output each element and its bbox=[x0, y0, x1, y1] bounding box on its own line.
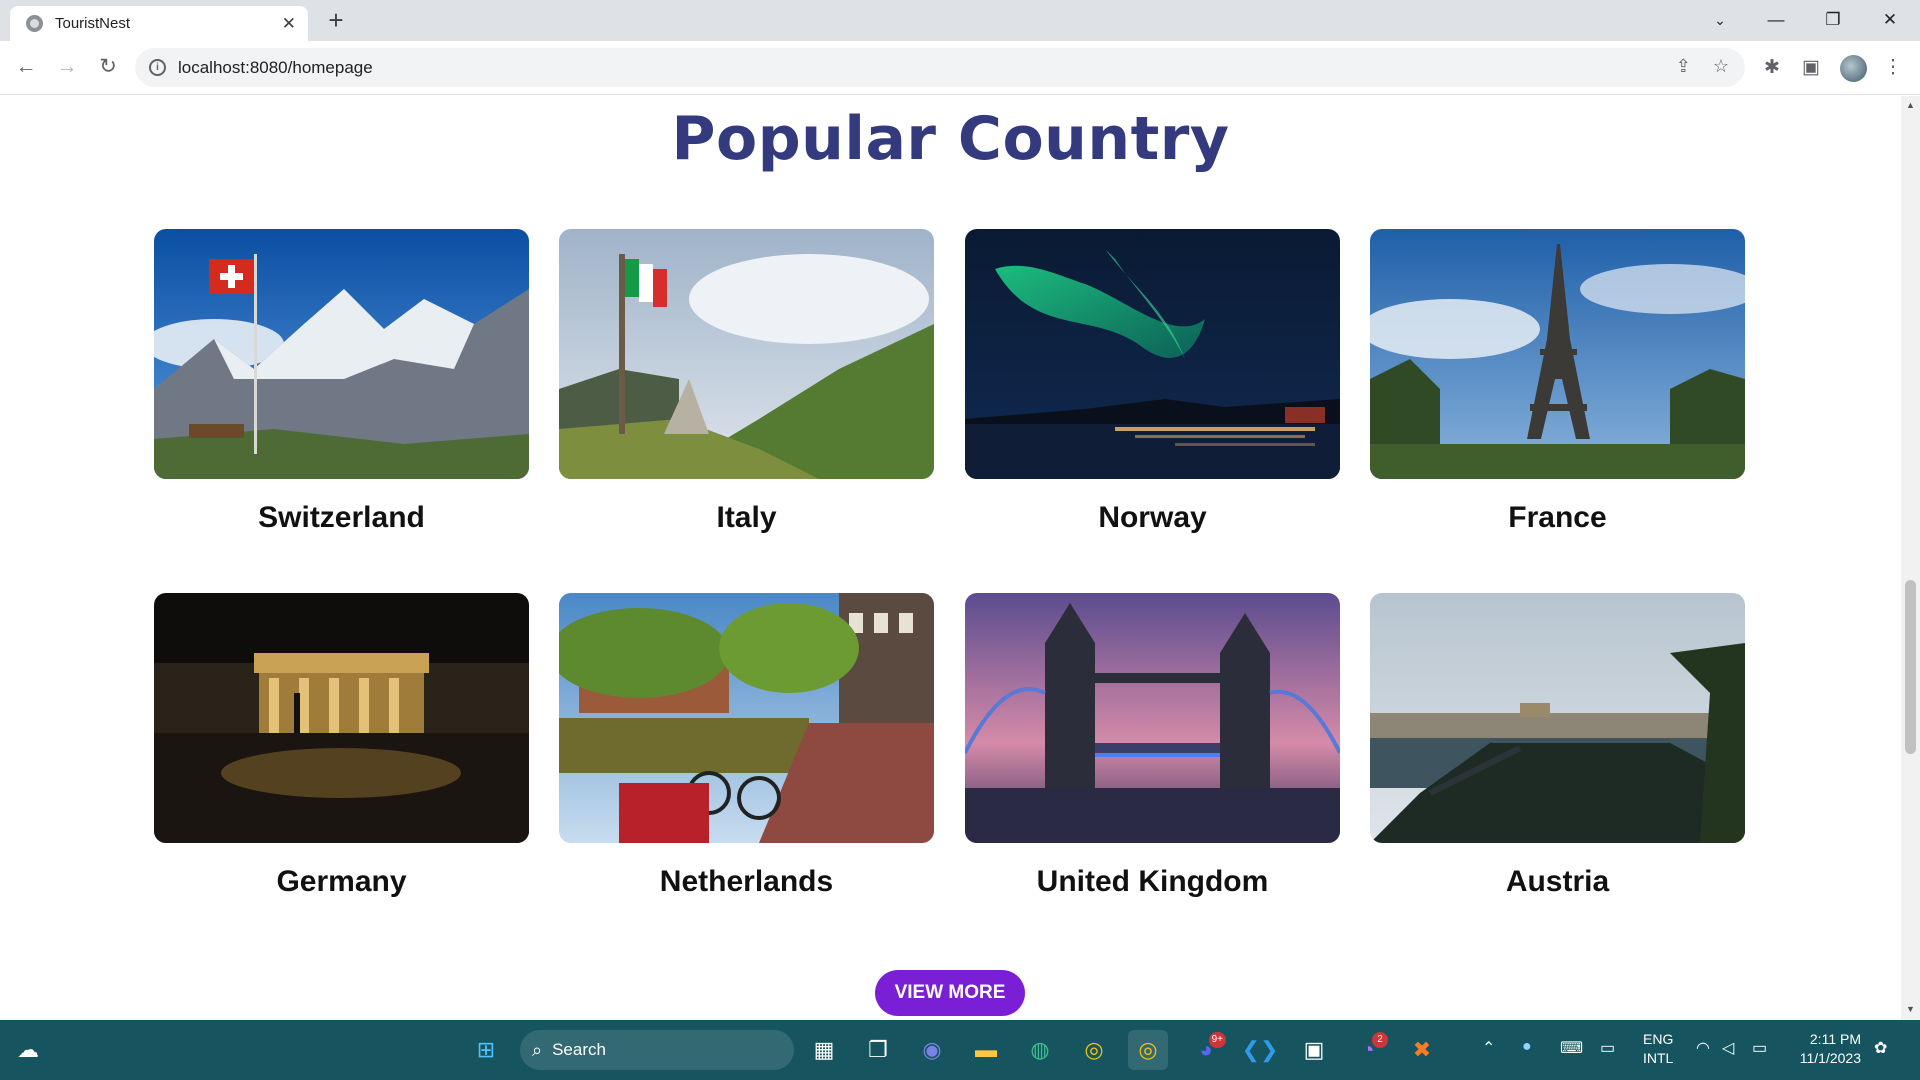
italy-photo[interactable] bbox=[559, 229, 934, 479]
task-view-icon[interactable]: ❐ bbox=[858, 1030, 898, 1070]
norway-photo[interactable] bbox=[965, 229, 1340, 479]
tablet-icon[interactable]: ▭ bbox=[1600, 1038, 1615, 1058]
start-icon[interactable]: ⊞ bbox=[466, 1030, 506, 1070]
chrome-active-icon[interactable]: ◎ bbox=[1128, 1030, 1168, 1070]
country-name: France bbox=[1508, 501, 1607, 534]
country-card-germany[interactable]: Germany bbox=[154, 593, 529, 899]
country-card-norway[interactable]: Norway bbox=[965, 229, 1340, 535]
site-info-icon[interactable]: i bbox=[149, 59, 166, 76]
view-more-button[interactable]: VIEW MORE bbox=[875, 970, 1025, 1016]
page-scrollbar[interactable]: ▲ ▼ bbox=[1901, 96, 1920, 1020]
bookmark-star-icon[interactable]: ☆ bbox=[1713, 56, 1729, 77]
language-label: ENG bbox=[1643, 1031, 1674, 1047]
country-name: Austria bbox=[1505, 865, 1610, 898]
time-label: 2:11 PM bbox=[1809, 1031, 1861, 1047]
teams-icon[interactable]: ◉ bbox=[912, 1030, 952, 1070]
browser-tab[interactable]: TouristNest ✕ bbox=[10, 6, 308, 41]
scroll-down-icon[interactable]: ▼ bbox=[1901, 1004, 1920, 1014]
clock[interactable]: 2:11 PM 11/1/2023 bbox=[1791, 1030, 1861, 1068]
vscode-icon[interactable]: ❮❯ bbox=[1240, 1030, 1280, 1070]
intellij-icon[interactable]: ▣ bbox=[1294, 1030, 1334, 1070]
netherlands-photo[interactable] bbox=[559, 593, 934, 843]
search-label: Search bbox=[552, 1040, 606, 1059]
restore-button[interactable]: ❐ bbox=[1805, 0, 1861, 40]
url-text: localhost:8080/homepage bbox=[178, 57, 373, 77]
profile-avatar[interactable] bbox=[1840, 55, 1867, 82]
forward-button[interactable]: → bbox=[50, 50, 84, 84]
file-explorer-icon[interactable]: ▬ bbox=[966, 1030, 1006, 1070]
minimize-button[interactable]: — bbox=[1748, 0, 1804, 40]
country-card-netherlands[interactable]: Netherlands bbox=[559, 593, 934, 899]
section-heading: Popular Country bbox=[671, 104, 1230, 174]
germany-photo[interactable] bbox=[154, 593, 529, 843]
tab-search-icon[interactable]: ⌄ bbox=[1692, 0, 1748, 40]
country-card-switzerland[interactable]: Switzerland bbox=[154, 229, 529, 535]
address-bar[interactable]: i localhost:8080/homepage ⇪ ☆ bbox=[135, 48, 1745, 87]
country-card-united-kingdom[interactable]: United Kingdom bbox=[965, 593, 1340, 899]
keyboard-layout-label: INTL bbox=[1643, 1050, 1674, 1066]
messenger-icon[interactable]: ◔ 2 bbox=[1348, 1030, 1388, 1070]
weather-icon[interactable]: ☁ bbox=[8, 1030, 48, 1070]
country-name: Italy bbox=[716, 501, 777, 534]
side-panel-icon[interactable]: ▣ bbox=[1796, 53, 1826, 83]
globe-icon bbox=[26, 15, 43, 32]
browser-toolbar: ← → ↻ i localhost:8080/homepage ⇪ ☆ ✱ ▣ … bbox=[0, 41, 1920, 95]
discord-badge: 9+ bbox=[1208, 1032, 1226, 1048]
france-photo[interactable] bbox=[1370, 229, 1745, 479]
show-hidden-icons[interactable]: ⌃ bbox=[1482, 1038, 1495, 1058]
country-card-italy[interactable]: Italy bbox=[559, 229, 934, 535]
country-name: Switzerland bbox=[258, 501, 425, 534]
app-pre-icon[interactable]: ▦ bbox=[804, 1030, 844, 1070]
close-window-button[interactable]: ✕ bbox=[1862, 0, 1918, 40]
xampp-icon[interactable]: ✖ bbox=[1402, 1030, 1442, 1070]
microphone-icon[interactable]: ● bbox=[1522, 1038, 1532, 1056]
extensions-icon[interactable]: ✱ bbox=[1757, 53, 1787, 83]
language-indicator[interactable]: ENG INTL bbox=[1643, 1030, 1673, 1068]
scrollbar-thumb[interactable] bbox=[1905, 580, 1916, 754]
taskbar-search[interactable]: ⌕ Search bbox=[520, 1030, 794, 1070]
chrome-icon[interactable]: ◎ bbox=[1074, 1030, 1114, 1070]
share-icon[interactable]: ⇪ bbox=[1676, 56, 1691, 77]
keyboard-icon[interactable]: ⌨ bbox=[1560, 1038, 1583, 1058]
country-card-austria[interactable]: Austria bbox=[1370, 593, 1745, 899]
battery-icon[interactable]: ▭ bbox=[1752, 1038, 1767, 1058]
country-name: United Kingdom bbox=[1036, 865, 1269, 898]
close-tab-icon[interactable]: ✕ bbox=[282, 14, 296, 34]
wifi-icon[interactable]: ◠ bbox=[1696, 1038, 1710, 1058]
discord-icon[interactable]: ◕ 9+ bbox=[1186, 1030, 1226, 1070]
date-label: 11/1/2023 bbox=[1799, 1050, 1861, 1066]
scroll-up-icon[interactable]: ▲ bbox=[1901, 100, 1920, 110]
browser-tabstrip: TouristNest ✕ + ⌄ — ❐ ✕ bbox=[0, 0, 1920, 41]
edge-icon[interactable]: ◍ bbox=[1020, 1030, 1060, 1070]
menu-icon[interactable]: ⋮ bbox=[1878, 53, 1908, 83]
united-kingdom-photo[interactable] bbox=[965, 593, 1340, 843]
notifications-icon[interactable]: ✿ bbox=[1874, 1038, 1887, 1058]
search-icon: ⌕ bbox=[532, 1039, 543, 1060]
switzerland-photo[interactable] bbox=[154, 229, 529, 479]
country-card-france[interactable]: France bbox=[1370, 229, 1745, 535]
homepage: Popular Country Switzerland Italy Norway… bbox=[0, 96, 1901, 1020]
austria-photo[interactable] bbox=[1370, 593, 1745, 843]
country-name: Netherlands bbox=[659, 865, 834, 898]
windows-taskbar: ☁ ⊞ ⌕ Search ▦ ❐ ◉ ▬ ◍ ◎ ◎ ◕ 9+ ❮❯ ▣ ◔ 2 ✖… bbox=[0, 1020, 1920, 1080]
reload-button[interactable]: ↻ bbox=[91, 50, 125, 84]
country-name: Germany bbox=[276, 865, 407, 898]
volume-icon[interactable]: ◁ bbox=[1722, 1038, 1734, 1058]
back-button[interactable]: ← bbox=[9, 50, 43, 84]
new-tab-button[interactable]: + bbox=[318, 7, 354, 35]
messenger-badge: 2 bbox=[1372, 1032, 1388, 1048]
tab-title: TouristNest bbox=[55, 15, 131, 32]
country-name: Norway bbox=[1098, 501, 1207, 534]
